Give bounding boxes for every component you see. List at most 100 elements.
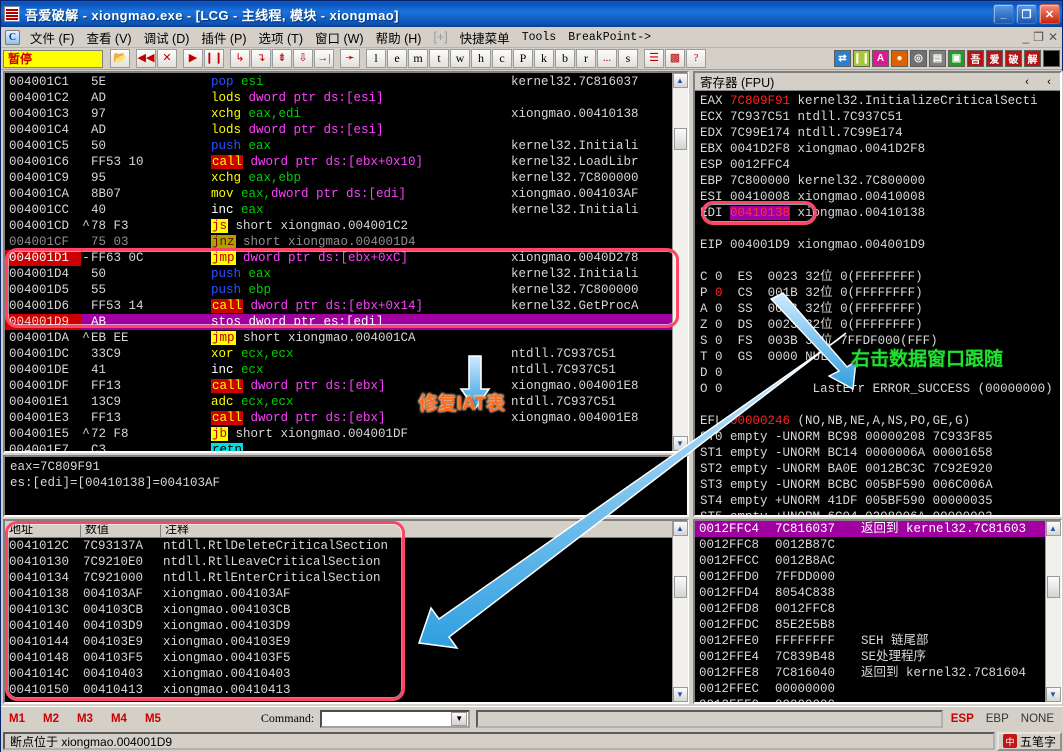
register-value[interactable]: 7C809F91 bbox=[730, 94, 790, 108]
flag-name[interactable]: D bbox=[700, 366, 708, 380]
flag-value[interactable]: 0 bbox=[715, 270, 723, 284]
disasm-row[interactable]: 004001CF 75 03 jnz short xiongmao.004001D4 bbox=[5, 234, 687, 250]
segment-register[interactable] bbox=[738, 382, 813, 396]
flag-value[interactable]: 0 bbox=[715, 350, 723, 364]
menu-item-10[interactable]: BreakPoint-> bbox=[562, 29, 657, 46]
threads-icon[interactable]: t bbox=[429, 49, 449, 68]
dump-row[interactable]: 00410150 00410413 xiongmao.00410413 bbox=[5, 682, 687, 698]
register-value[interactable]: 00410008 bbox=[730, 190, 790, 204]
disasm-row[interactable]: 004001C5 50 push eax kernel32.Initiali bbox=[5, 138, 687, 154]
fpu-register[interactable]: ST0 bbox=[700, 430, 730, 444]
po-icon[interactable]: 破 bbox=[1005, 50, 1022, 67]
breakpoints-icon[interactable]: b bbox=[555, 49, 575, 68]
disasm-row[interactable]: 004001E7 C3 retn bbox=[5, 442, 687, 451]
stack-row[interactable]: 0012FFCC 0012B8AC bbox=[695, 553, 1060, 569]
disasm-row[interactable]: 004001DE 41 inc ecx ntdll.7C937C51 bbox=[5, 362, 687, 378]
flag-row-t[interactable]: T 0 GS 0000 NULL bbox=[695, 349, 1060, 365]
stack-row[interactable]: 0012FFE8 7C816040 返回到 kernel32.7C81604 bbox=[695, 665, 1060, 681]
analyze-icon[interactable]: A bbox=[872, 50, 889, 67]
register-row-blank2[interactable] bbox=[695, 253, 1060, 269]
fpu-register[interactable]: ST4 bbox=[700, 494, 730, 508]
trace-over-icon[interactable]: ⇩ bbox=[293, 49, 313, 68]
registers-pane[interactable]: 寄存器 (FPU) ‹ ‹ EAX 7C809F91 kernel32.Init… bbox=[693, 71, 1062, 517]
help-icon[interactable]: ? bbox=[686, 49, 706, 68]
dump-row[interactable]: 00410138 004103AF xiongmao.004103AF bbox=[5, 586, 687, 602]
disasm-row[interactable]: 004001DC 33C9 xor ecx,ecx ntdll.7C937C51 bbox=[5, 346, 687, 362]
menu-item-0[interactable]: 文件 (F) bbox=[24, 26, 80, 49]
efl-value[interactable]: 00000246 bbox=[730, 414, 790, 428]
ime-indicator[interactable]: 中 五笔字 bbox=[996, 731, 1062, 751]
flag-row-a[interactable]: A 0 SS 0023 32位 0(FFFFFFFF) bbox=[695, 301, 1060, 317]
command-output-field[interactable] bbox=[476, 709, 943, 728]
flag-row-o[interactable]: O 0 LastErr ERROR_SUCCESS (00000000) bbox=[695, 381, 1060, 397]
flag-name[interactable]: P bbox=[700, 286, 708, 300]
dump-row[interactable]: 0041014C 00410403 xiongmao.00410403 bbox=[5, 666, 687, 682]
stack-scroll-up-icon[interactable]: ▲ bbox=[1045, 521, 1061, 536]
scroll-thumb[interactable] bbox=[673, 128, 687, 150]
memory-map-icon[interactable]: m bbox=[408, 49, 428, 68]
registers-next-icon[interactable]: ‹ bbox=[1038, 76, 1060, 88]
dump-header-comment[interactable]: 注释 bbox=[161, 521, 687, 537]
disassembly-pane[interactable]: 004001C1 5E pop esi kernel32.7C816037 004001… bbox=[3, 71, 689, 453]
dump-row[interactable]: 0041013C 004103CB xiongmao.004103CB bbox=[5, 602, 687, 618]
disasm-row[interactable]: 004001C6 FF53 10 call dword ptr ds:[ebx+0x… bbox=[5, 154, 687, 170]
dump-scroll-down-icon[interactable]: ▼ bbox=[672, 687, 688, 702]
segment-register[interactable]: CS 001B bbox=[738, 286, 806, 300]
fpu-row-st5[interactable]: ST5 empty +UNORM 6C04 0208006A 00000003 bbox=[695, 509, 1060, 515]
pause-icon[interactable]: ❙❙ bbox=[204, 49, 224, 68]
disasm-row[interactable]: 004001CA 8B07 mov eax,dword ptr ds:[edi] xi… bbox=[5, 186, 687, 202]
dump-header-address[interactable]: 地址 bbox=[5, 521, 81, 537]
stack-row[interactable]: 0012FFC8 0012B87C bbox=[695, 537, 1060, 553]
disasm-row[interactable]: 004001E5 ^ 72 F8 jb short xiongmao.004001DF bbox=[5, 426, 687, 442]
register-row-eip[interactable]: EIP 004001D9 xiongmao.004001D9 bbox=[695, 237, 1060, 253]
dump-scrollbar[interactable]: ▲ ▼ bbox=[672, 521, 688, 702]
stack-row[interactable]: 0012FFDC 85E2E5B8 bbox=[695, 617, 1060, 633]
disasm-row[interactable]: 004001C2 AD lods dword ptr ds:[esi] bbox=[5, 90, 687, 106]
stack-row[interactable]: 0012FFF000000000 bbox=[695, 697, 1060, 702]
flag-row-z[interactable]: Z 0 DS 0023 32位 0(FFFFFFFF) bbox=[695, 317, 1060, 333]
dump-row[interactable]: 00410148 004103F5 xiongmao.004103F5 bbox=[5, 650, 687, 666]
dump-row[interactable]: 0041012C 7C93137A ntdll.RtlDeleteCriticalS… bbox=[5, 538, 687, 554]
source-icon[interactable]: s bbox=[618, 49, 638, 68]
scroll-up-icon[interactable]: ▲ bbox=[672, 73, 688, 88]
dump-row[interactable]: 00410130 7C9210E0 ntdll.RtlLeaveCriticalSe… bbox=[5, 554, 687, 570]
register-row-edx[interactable]: EDX 7C99E174 ntdll.7C99E174 bbox=[695, 125, 1060, 141]
disasm-row[interactable]: 004001C9 95 xchg eax,ebp kernel32.7C800000 bbox=[5, 170, 687, 186]
trace-into-icon[interactable]: ⇟ bbox=[272, 49, 292, 68]
dump-row[interactable]: 00410144 004103E9 xiongmao.004103E9 bbox=[5, 634, 687, 650]
view-ebp-button[interactable]: EBP bbox=[986, 713, 1009, 725]
view-none-button[interactable]: NONE bbox=[1021, 713, 1054, 725]
cpu-icon[interactable]: c bbox=[492, 49, 512, 68]
mdi-close-button[interactable]: ✕ bbox=[1048, 30, 1058, 44]
menu-item-4[interactable]: 选项 (T) bbox=[253, 26, 309, 49]
register-row-ecx[interactable]: ECX 7C937C51 ntdll.7C937C51 bbox=[695, 109, 1060, 125]
run-icon[interactable]: ▶ bbox=[183, 49, 203, 68]
stack-row[interactable]: 0012FFEC 00000000 bbox=[695, 681, 1060, 697]
flag-row-s[interactable]: S 0 FS 003B 32位 7FFDF000(FFF) bbox=[695, 333, 1060, 349]
wu-icon[interactable]: 吾 bbox=[967, 50, 984, 67]
run-trace-icon[interactable]: ... bbox=[597, 49, 617, 68]
dump-scroll-thumb[interactable] bbox=[673, 576, 687, 598]
memory-slot-m3[interactable]: M3 bbox=[77, 713, 93, 725]
command-input[interactable]: ▼ bbox=[320, 709, 471, 728]
segment-register[interactable]: GS 0000 bbox=[738, 350, 806, 364]
menu-item-6[interactable]: 帮助 (H) bbox=[370, 26, 428, 49]
go-to-icon[interactable]: ➛ bbox=[340, 49, 360, 68]
command-text-field[interactable] bbox=[323, 711, 452, 726]
mdi-restore-button[interactable]: ❐ bbox=[1033, 30, 1044, 44]
references-icon[interactable]: r bbox=[576, 49, 596, 68]
disasm-row[interactable]: 004001C3 97 xchg eax,edi xiongmao.00410138 bbox=[5, 106, 687, 122]
register-row-eax[interactable]: EAX 7C809F91 kernel32.InitializeCritical… bbox=[695, 93, 1060, 109]
black-icon[interactable] bbox=[1043, 50, 1060, 67]
jie-icon[interactable]: 解 bbox=[1024, 50, 1041, 67]
segment-register[interactable]: SS 0023 bbox=[738, 302, 806, 316]
windows-icon[interactable]: w bbox=[450, 49, 470, 68]
flag-value[interactable]: 0 bbox=[715, 302, 723, 316]
menu-item-9[interactable]: Tools bbox=[516, 29, 563, 46]
segment-register[interactable]: DS 0023 bbox=[738, 318, 806, 332]
register-value[interactable]: 004001D9 bbox=[730, 238, 790, 252]
fpu-register[interactable]: ST1 bbox=[700, 446, 730, 460]
fpu-row-st3[interactable]: ST3 empty -UNORM BCBC 005BF590 006C006A bbox=[695, 477, 1060, 493]
fpu-row-st1[interactable]: ST1 empty -UNORM BC14 0000006A 00001658 bbox=[695, 445, 1060, 461]
step-over-icon[interactable]: ↴ bbox=[251, 49, 271, 68]
